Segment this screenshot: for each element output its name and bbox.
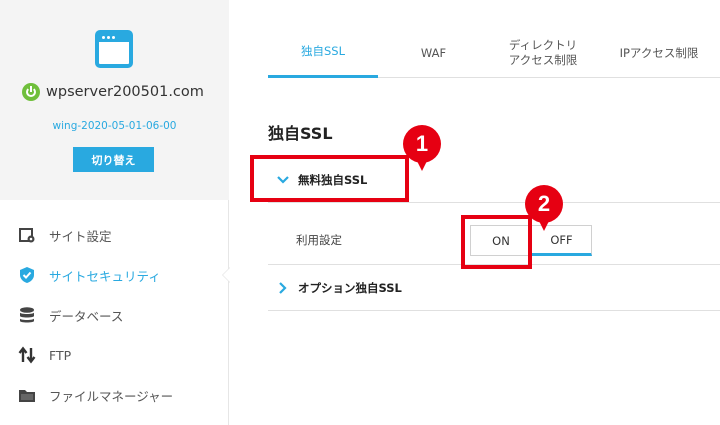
tab-waf[interactable]: WAF [386,28,481,78]
accordion-label: オプション独自SSL [298,281,402,295]
switch-button[interactable]: 切り替え [73,147,154,172]
site-settings-icon [19,228,35,243]
sidebar-item-file-manager[interactable]: ファイルマネージャー [0,375,229,415]
accordion-option-ssl[interactable]: オプション独自SSL [268,266,720,311]
tab-ssl[interactable]: 独自SSL [268,28,378,78]
sidebar-item-label: データベース [49,308,124,324]
shield-check-icon [20,267,34,283]
annotation-box-1 [250,155,409,202]
database-icon [20,307,34,323]
folder-icon [19,390,35,402]
tab-ip-access[interactable]: IPアクセス制限 [603,28,715,78]
server-window-icon [95,30,133,68]
annotation-badge-2: 2 [525,185,563,231]
transfer-arrows-icon [18,346,36,364]
power-status-icon [22,83,40,101]
sidebar: wpserver200501.com wing-2020-05-01-06-00… [0,0,230,425]
annotation-badge-1: 1 [403,125,441,171]
sidebar-item-ftp[interactable]: FTP [0,335,229,375]
sidebar-item-site-settings[interactable]: サイト設定 [0,215,229,255]
active-indicator [222,267,230,283]
usage-setting-label: 利用設定 [296,233,342,247]
page-title: 独自SSL [268,124,333,143]
tab-directory-access[interactable]: ディレクトリ アクセス制限 [488,28,598,78]
chevron-right-icon [268,282,298,294]
sidebar-menu: サイト設定 サイトセキュリティ データベース FTP ファイルマネージャー [0,215,230,415]
sidebar-item-label: FTP [49,347,72,363]
server-panel: wpserver200501.com wing-2020-05-01-06-00… [0,0,229,200]
security-tabs: 独自SSL WAF ディレクトリ アクセス制限 IPアクセス制限 [268,28,720,78]
sidebar-item-database[interactable]: データベース [0,295,229,335]
sidebar-item-site-security[interactable]: サイトセキュリティ [0,255,230,295]
sidebar-item-label: サイト設定 [49,228,112,244]
server-name: wpserver200501.com [22,82,222,102]
annotation-box-2 [461,215,532,269]
server-name-text: wpserver200501.com [46,84,204,100]
server-version: wing-2020-05-01-06-00 [52,120,177,132]
sidebar-item-label: サイトセキュリティ [49,268,161,284]
sidebar-item-label: ファイルマネージャー [49,388,174,404]
